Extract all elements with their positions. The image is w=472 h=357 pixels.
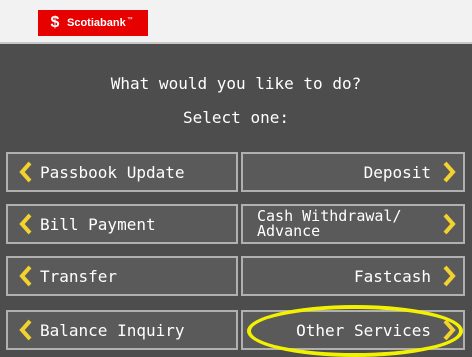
cash-withdrawal-label: Cash Withdrawal/ Advance <box>257 207 402 240</box>
logo-text: Scotiabank <box>67 17 126 29</box>
chevron-right-icon <box>443 319 456 341</box>
passbook-update-button[interactable]: Passbook Update <box>6 152 238 192</box>
balance-inquiry-button[interactable]: Balance Inquiry <box>6 310 238 350</box>
chevron-left-icon <box>19 319 32 341</box>
prompt-subtitle: Select one: <box>183 108 289 127</box>
fastcash-button[interactable]: Fastcash <box>241 256 465 296</box>
prompt-title: What would you like to do? <box>110 74 362 93</box>
logo-trademark: ™ <box>126 17 133 23</box>
transfer-button[interactable]: Transfer <box>6 256 238 296</box>
chevron-left-icon <box>19 161 32 183</box>
balance-inquiry-label: Balance Inquiry <box>40 320 185 340</box>
deposit-button[interactable]: Deposit <box>241 152 465 192</box>
chevron-right-icon <box>443 265 456 287</box>
transfer-label: Transfer <box>40 266 118 286</box>
passbook-update-label: Passbook Update <box>40 162 185 182</box>
fastcash-label: Fastcash <box>353 266 431 286</box>
chevron-left-icon <box>19 213 32 235</box>
chevron-right-icon <box>443 161 456 183</box>
deposit-label: Deposit <box>363 162 431 182</box>
header-bar: $ Scotiabank ™ <box>0 0 472 44</box>
bill-payment-label: Bill Payment <box>40 214 156 234</box>
scotiabank-logo: $ Scotiabank ™ <box>38 10 148 36</box>
cash-withdrawal-button[interactable]: Cash Withdrawal/ Advance <box>241 204 465 244</box>
chevron-right-icon <box>443 213 456 235</box>
other-services-button[interactable]: Other Services <box>241 310 465 350</box>
chevron-left-icon <box>19 265 32 287</box>
other-services-label: Other Services <box>296 320 431 340</box>
logo-symbol-icon: $ <box>50 14 60 31</box>
bill-payment-button[interactable]: Bill Payment <box>6 204 238 244</box>
